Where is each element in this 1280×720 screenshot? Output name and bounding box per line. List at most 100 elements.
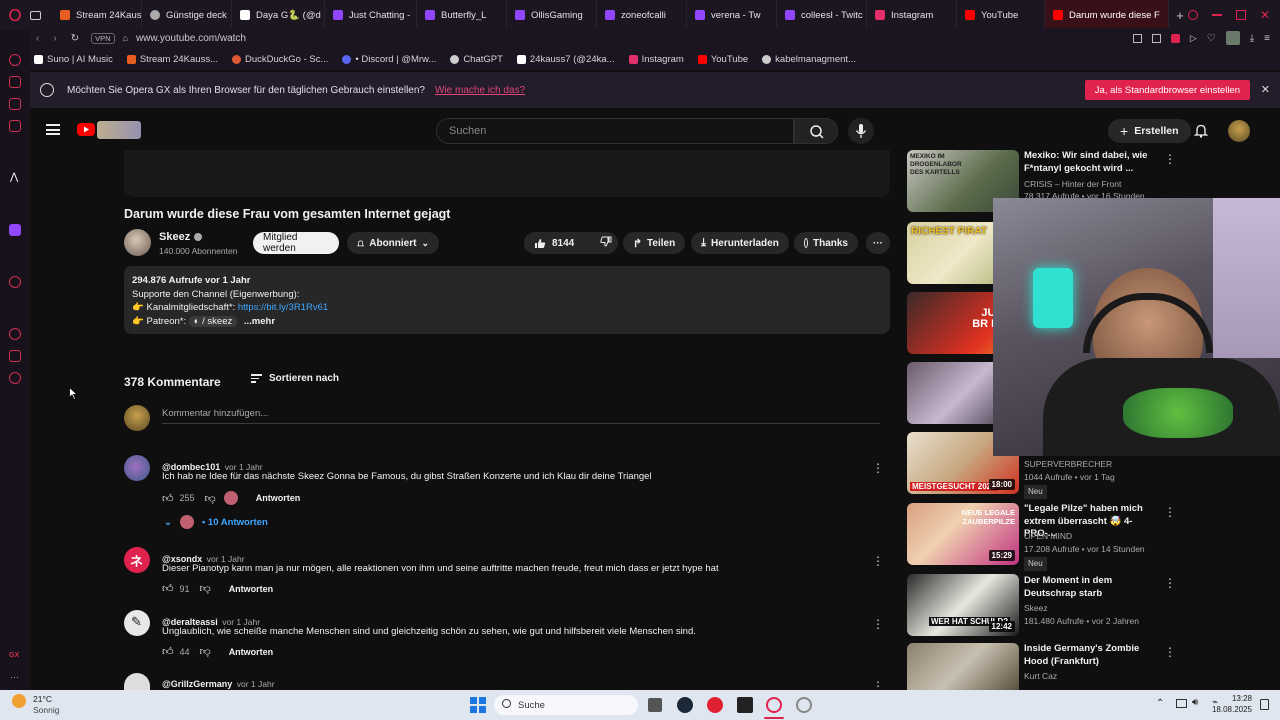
tab[interactable]: verena - Tw [687, 0, 777, 30]
tab[interactable]: Just Chatting - [325, 0, 417, 30]
membership-link[interactable]: https://bit.ly/3R1Rv61 [238, 302, 328, 313]
bookmark[interactable]: Suno | AI Music [34, 54, 113, 65]
opera-gx-icon[interactable] [766, 697, 782, 713]
sort-button[interactable]: Sortieren nach [251, 373, 339, 384]
show-more-link[interactable]: ...mehr [244, 316, 275, 327]
search-button[interactable] [794, 118, 838, 144]
vpn-badge[interactable]: VPN [91, 32, 115, 44]
thumbs-up-icon[interactable]: 👍︎ [162, 645, 174, 658]
hamburger-menu-icon[interactable] [46, 124, 60, 135]
thumbs-down-icon[interactable]: 👎︎ [205, 492, 216, 505]
more-icon[interactable]: ··· [10, 672, 19, 682]
recommendation-thumbnail[interactable]: NEUE LEGALE ZAUBERPILZE 15:29 [907, 503, 1019, 565]
recommendation-thumbnail[interactable]: WER HAT SCHULD? 12:42 [907, 574, 1019, 636]
dislike-button[interactable] [600, 236, 612, 250]
tab[interactable]: Günstige deck [142, 0, 232, 30]
set-default-button[interactable]: Ja, als Standardbrowser einstellen [1084, 80, 1250, 100]
share-button[interactable]: ↱ Teilen [623, 232, 685, 254]
recommendation-thumbnail[interactable] [907, 643, 1019, 690]
reload-icon[interactable]: ↻ [71, 33, 79, 44]
recommendation-channel[interactable]: Kurt Caz [1024, 671, 1057, 683]
search-input[interactable]: Suchen [436, 118, 794, 144]
doodle-logo[interactable] [97, 121, 141, 139]
tab[interactable]: zoneofcalli [597, 0, 687, 30]
weather-temp[interactable]: 21°C [33, 694, 52, 704]
bookmark[interactable]: Instagram [628, 54, 684, 65]
task-view-icon[interactable] [648, 698, 662, 712]
like-button[interactable]: 8144 [534, 238, 574, 249]
bookmark[interactable]: DuckDuckGo - Sc... [232, 54, 328, 65]
patreon-chip[interactable]: ◐ / skeez [188, 315, 238, 327]
download-button[interactable]: ⤓ Herunterladen [691, 232, 789, 254]
bookmark[interactable]: Stream 24Kauss... [126, 54, 218, 65]
add-comment-input[interactable]: Kommentar hinzufügen... [162, 408, 880, 424]
aria-icon[interactable]: ⋀ [10, 172, 20, 183]
recommendation-menu-icon[interactable]: ⋮ [1164, 152, 1176, 166]
recommendation-channel[interactable]: CRISIS – Hinter der Front [1024, 179, 1121, 191]
tab[interactable]: OllisGaming [507, 0, 597, 30]
notifications-bell-icon[interactable] [1193, 123, 1209, 143]
join-button[interactable]: Mitglied werden [253, 232, 339, 254]
profile-avatar[interactable] [1225, 31, 1240, 45]
comment-menu-icon[interactable]: ⋮ [872, 617, 884, 631]
snapshot-icon[interactable] [1151, 33, 1161, 43]
clock-date[interactable]: 18.08.2025 [1204, 705, 1252, 714]
recommendation-channel[interactable]: SUPERVERBRECHER [1024, 459, 1112, 471]
steam-icon[interactable] [677, 697, 693, 713]
thumbs-down-icon[interactable]: 👎︎ [200, 645, 211, 658]
settings-icon[interactable] [9, 372, 21, 384]
recommendation-menu-icon[interactable]: ⋮ [1164, 645, 1176, 659]
tab[interactable]: YouTube [957, 0, 1045, 30]
recommendation-menu-icon[interactable]: ⋮ [1164, 505, 1176, 519]
tab[interactable]: Butterfly_L [417, 0, 507, 30]
opera-logo-icon[interactable] [0, 0, 30, 30]
close-icon[interactable]: ✕ [1260, 8, 1270, 22]
comment-menu-icon[interactable]: ⋮ [872, 461, 884, 475]
extensions-icon[interactable] [9, 350, 21, 362]
recommendation-title[interactable]: Der Moment in dem Deutschrap starb [1024, 575, 1164, 600]
tab[interactable]: Stream 24Kaus [52, 0, 142, 30]
tray-app-icon[interactable] [1176, 699, 1187, 708]
play-icon[interactable]: ▷ [1190, 33, 1197, 44]
thanks-button[interactable]: Thanks [794, 232, 858, 254]
recommendation-channel[interactable]: Skeez [1024, 603, 1048, 615]
tab[interactable]: colleesl - Twitc [777, 0, 867, 30]
tab[interactable]: Instagram [867, 0, 957, 30]
channel-name-row[interactable]: Skeez [159, 231, 203, 243]
tab-island-icon[interactable] [30, 0, 52, 30]
clock-time[interactable]: 13:28 [1222, 694, 1252, 703]
comment-menu-icon[interactable]: ⋮ [872, 554, 884, 568]
player-icon[interactable] [9, 276, 21, 288]
bookmark[interactable]: 24kauss7 (@24ka... [516, 54, 615, 65]
banner-help-link[interactable]: Wie mache ich das? [435, 85, 525, 96]
windows-start-icon[interactable] [470, 697, 486, 713]
thumbs-up-icon[interactable]: 👍︎ [162, 492, 174, 505]
recommendation-menu-icon[interactable]: ⋮ [1164, 576, 1176, 590]
twitch-icon[interactable] [9, 224, 21, 236]
maximize-icon[interactable] [1235, 10, 1246, 20]
shield-icon[interactable] [1170, 33, 1180, 43]
back-icon[interactable]: ‹ [36, 33, 39, 44]
reply-button[interactable]: Antworten [229, 584, 274, 594]
comment-time[interactable]: vor 1 Jahr [237, 679, 275, 689]
bookmark[interactable]: • Discord | @Mrw... [342, 54, 436, 65]
comment-menu-icon[interactable]: ⋮ [872, 679, 884, 689]
bookmark[interactable]: kabelmanagment... [762, 54, 856, 65]
video-player[interactable] [124, 150, 890, 197]
reply-button[interactable]: Antworten [256, 493, 301, 503]
tab-active[interactable]: Darum wurde diese F [1045, 0, 1169, 30]
recommendation-title[interactable]: Mexiko: Wir sind dabei, wie F*ntanyl gek… [1024, 150, 1164, 175]
account-avatar[interactable] [1228, 120, 1250, 142]
weather-icon[interactable] [12, 694, 26, 708]
url-field[interactable]: www.youtube.com/watch [136, 33, 246, 44]
thumbs-up-icon[interactable]: 👍︎ [162, 582, 174, 595]
speed-dial-icon[interactable] [9, 54, 21, 66]
recommendation-title[interactable]: Inside Germany's Zombie Hood (Frankfurt) [1024, 643, 1164, 668]
pin-icon[interactable] [1132, 33, 1142, 43]
reply-button[interactable]: Antworten [229, 647, 274, 657]
tray-chevron-icon[interactable]: ⌃ [1156, 698, 1164, 709]
recommendation-channel[interactable]: OPEN MIND [1024, 531, 1072, 543]
gx-control-icon[interactable] [9, 98, 21, 110]
create-button[interactable]: + Erstellen [1108, 119, 1191, 143]
minimize-icon[interactable] [1211, 14, 1222, 16]
